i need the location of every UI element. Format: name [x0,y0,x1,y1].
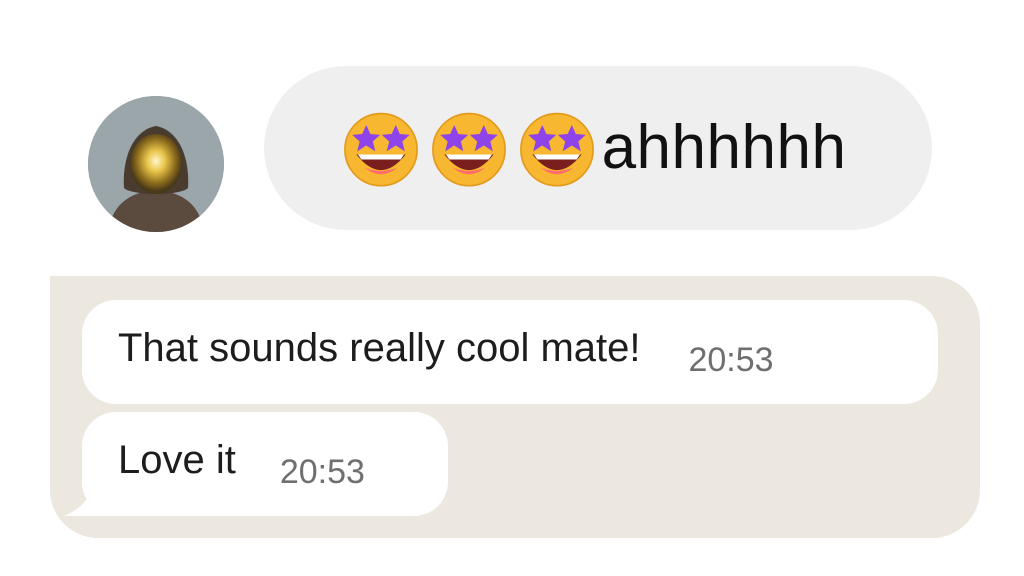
star-struck-emoji-icon [431,112,506,187]
outgoing-message-bubble[interactable]: That sounds really cool mate! 20:53 [82,300,938,404]
emoji-row [340,107,598,189]
message-text: Love it [118,438,236,482]
outgoing-message-bubble[interactable]: Love it 20:53 [82,412,448,516]
message-text: That sounds really cool mate! [118,326,641,370]
star-struck-emoji-icon [519,112,594,187]
incoming-message-bubble[interactable]: ahhhhhh [264,66,932,230]
star-struck-emoji-icon [343,112,418,187]
incoming-message-text: ahhhhhh [601,113,847,182]
message-timestamp: 20:53 [279,453,365,491]
avatar-image [88,96,224,232]
contact-avatar[interactable] [88,96,224,232]
message-timestamp: 20:53 [688,341,774,379]
